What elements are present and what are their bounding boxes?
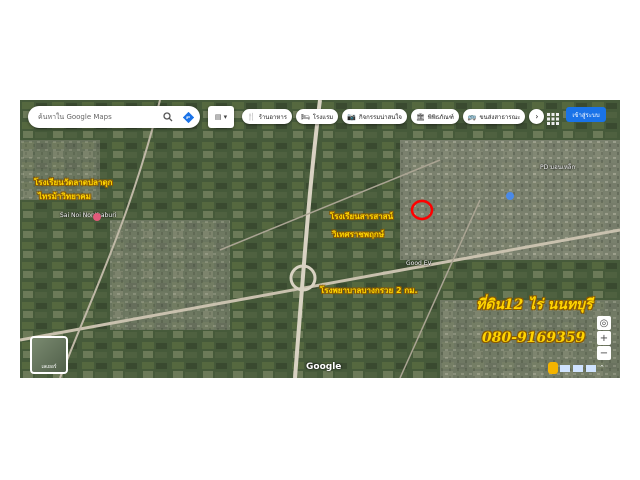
annotation-school-1: โรงเรียนวัดลาดปลาดุก [34,178,113,187]
annotation-land-title: ที่ดิน12 ไร่ นนทบุรี [476,297,593,313]
place-label-good-ev[interactable]: Good EV [406,260,432,267]
pegman-icon[interactable] [548,362,558,374]
bus-icon: 🚌 [467,112,477,121]
compass-icon[interactable]: ◎ [597,316,611,330]
scale-bar [560,364,570,372]
zoom-controls: ◎ + − [597,316,613,360]
zoom-in-button[interactable]: + [597,331,611,345]
chip-hotels[interactable]: 🛏 โรงแรม [295,109,339,124]
apps-grid-icon[interactable] [547,110,559,125]
directions-icon[interactable] [180,109,196,125]
camera-icon: 📷 [347,112,356,121]
search-input[interactable]: ค้นหาใน Google Maps [38,112,160,123]
search-icon[interactable] [160,109,176,125]
chips-next-button[interactable]: › [529,109,545,124]
scale-bar [573,364,583,372]
chip-restaurants[interactable]: 🍴 ร้านอาหาร [242,109,292,124]
google-logo: Google [306,362,342,372]
place-label-pd[interactable]: PD มอนเหล็ก [540,162,575,172]
museum-icon: 🏛 [415,112,425,121]
scale-bar [586,364,596,372]
chip-attractions[interactable]: 📷 กิจกรรมน่าสนใจ [342,109,407,124]
map-footer: ⌃ [560,362,616,374]
chip-museums[interactable]: 🏛 พิพิธภัณฑ์ [410,109,459,124]
search-box[interactable]: ค้นหาใน Google Maps [28,106,200,128]
property-circle-marker [410,199,434,221]
expand-up-icon[interactable]: ⌃ [599,364,605,372]
layers-icon: ▤ ▾ [214,113,228,121]
annotation-phone: 080-9169359 [482,330,586,346]
chip-transit[interactable]: 🚌 ขนส่งสาธารณะ [462,109,526,124]
signin-button[interactable]: เข้าสู่ระบบ [566,107,606,122]
chevron-right-icon: › [535,112,539,121]
zoom-out-button[interactable]: − [597,346,611,360]
poi-pin-icon[interactable] [506,192,514,200]
annotation-school-2: โรงเรียนสารสาสน์ [330,212,394,221]
layers-button[interactable]: ▤ ▾ [208,106,234,128]
fork-knife-icon: 🍴 [247,112,256,121]
category-chips: 🍴 ร้านอาหาร 🛏 โรงแรม 📷 กิจกรรมน่าสนใจ 🏛 พิพิ… [242,109,545,124]
map-canvas[interactable]: ค้นหาใน Google Maps ▤ ▾ 🍴 ร้านอาหาร 🛏 โรงแ… [20,100,620,378]
annotation-school-2b: วิเทศราชพฤกษ์ [332,230,385,239]
place-label-sai-noi[interactable]: Sai Noi Nonthaburi [60,212,116,219]
bed-icon: 🛏 [300,112,310,121]
annotation-school-1b: ไทรม้าวิทยาคม [38,192,91,201]
annotation-hospital: โรงพยาบาลบางกรวย 2 กม. [320,286,418,295]
layers-thumbnail[interactable]: เลเยอร์ [30,336,68,374]
poi-pin-icon[interactable] [93,213,101,221]
